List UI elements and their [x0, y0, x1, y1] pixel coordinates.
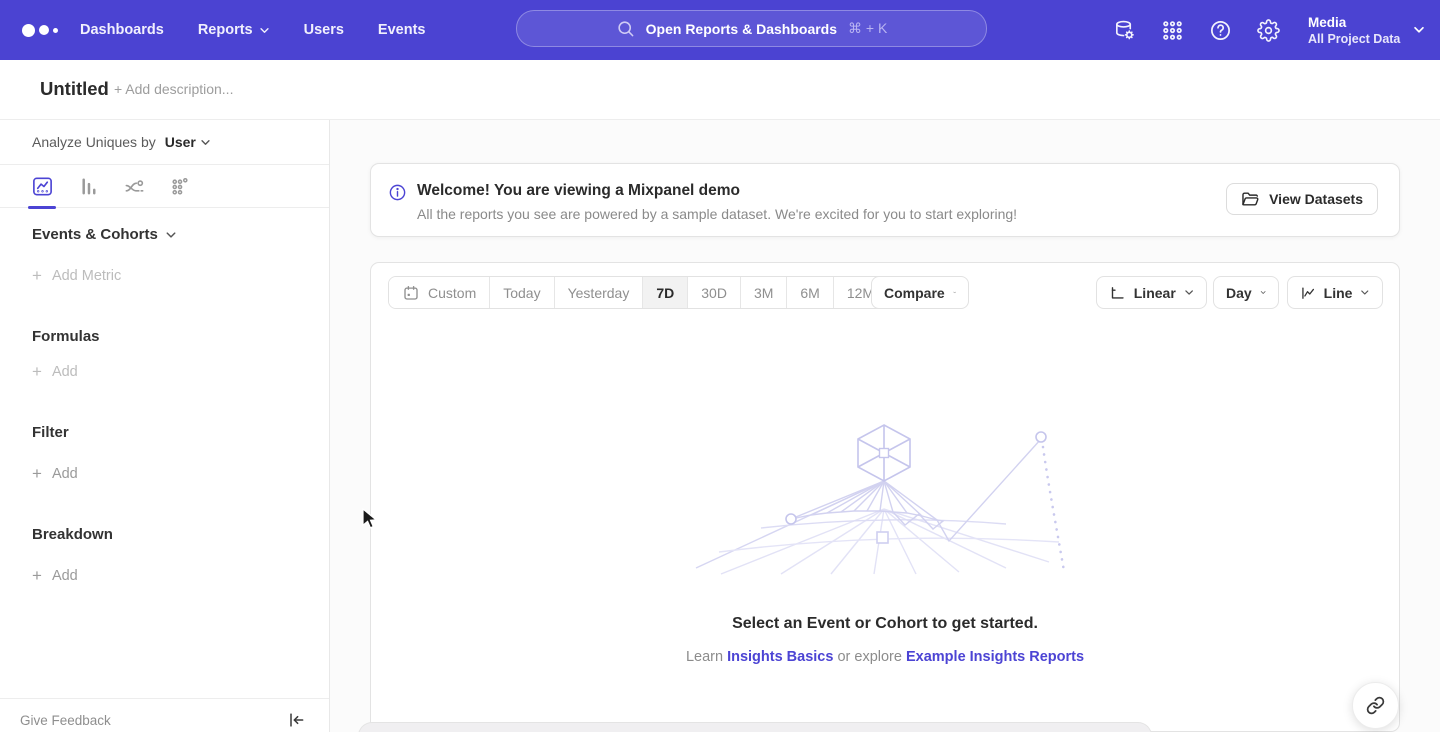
logo-dot-small	[53, 28, 58, 33]
collapse-sidebar-icon	[286, 710, 306, 730]
calendar-icon	[402, 284, 420, 302]
help-icon[interactable]	[1208, 18, 1232, 42]
gear-icon[interactable]	[1256, 18, 1280, 42]
floating-link-button[interactable]	[1352, 682, 1399, 729]
give-feedback-link[interactable]: Give Feedback	[20, 713, 111, 728]
empty-state-links: Learn Insights Basics or explore Example…	[371, 649, 1399, 665]
add-formula-button[interactable]: + Add	[32, 364, 78, 380]
scatter-chart-tab-icon	[169, 175, 192, 198]
banner-title: Welcome! You are viewing a Mixpanel demo	[417, 182, 740, 200]
insights-basics-link[interactable]: Insights Basics	[727, 649, 833, 665]
chevron-down-icon	[1412, 23, 1426, 37]
nav-events[interactable]: Events	[378, 22, 426, 38]
project-switcher[interactable]: Media All Project Data	[1308, 0, 1426, 60]
bar-chart-tab-icon	[77, 175, 100, 198]
link-icon	[1366, 696, 1385, 715]
folder-icon	[1241, 190, 1260, 209]
report-description-placeholder[interactable]: + Add description...	[114, 81, 233, 97]
line-chart-icon	[1300, 284, 1316, 302]
filter-section-label: Filter	[32, 424, 69, 441]
nav-users[interactable]: Users	[304, 22, 344, 38]
project-name: Media	[1308, 14, 1400, 31]
welcome-banner: Welcome! You are viewing a Mixpanel demo…	[370, 163, 1400, 237]
middle-text: or explore	[837, 649, 901, 665]
insights-report-card: Custom Today Yesterday 7D 30D 3M 6M 12M …	[370, 262, 1400, 732]
breakdown-section-label: Breakdown	[32, 526, 113, 543]
range-7d-selected[interactable]: 7D	[642, 277, 687, 308]
formulas-section-label: Formulas	[32, 328, 100, 345]
chevron-down-icon	[165, 229, 177, 241]
nav-reports[interactable]: Reports	[198, 22, 270, 38]
bottom-panel-edge[interactable]	[358, 722, 1152, 732]
line-chart-tab-icon	[31, 175, 54, 198]
date-range-control: Custom Today Yesterday 7D 30D 3M 6M 12M	[388, 276, 888, 309]
analyze-value-dropdown[interactable]: User	[165, 134, 211, 150]
range-today[interactable]: Today	[489, 277, 553, 308]
tab-bar-chart[interactable]	[76, 174, 100, 198]
project-scope: All Project Data	[1308, 31, 1400, 47]
logo-dot-large	[22, 24, 35, 37]
tab-flow-chart[interactable]	[122, 174, 146, 198]
chart-type-dropdown[interactable]: Line	[1287, 276, 1383, 309]
analyze-label: Analyze Uniques by	[32, 134, 156, 150]
plus-icon: +	[32, 269, 42, 283]
apps-grid-icon[interactable]	[1160, 18, 1184, 42]
collapse-sidebar-button[interactable]	[286, 710, 306, 730]
top-nav-actions	[1112, 0, 1280, 60]
report-header-bar: Untitled + Add description... Save	[0, 60, 1440, 120]
primary-nav: Dashboards Reports Users Events	[80, 0, 425, 60]
empty-state-title: Select an Event or Cohort to get started…	[371, 615, 1399, 633]
range-3m[interactable]: 3M	[740, 277, 786, 308]
logo-dot-medium	[39, 25, 49, 35]
banner-subtitle: All the reports you see are powered by a…	[417, 206, 1017, 222]
range-yesterday[interactable]: Yesterday	[554, 277, 643, 308]
search-placeholder: Open Reports & Dashboards	[646, 21, 837, 37]
chart-type-tabs	[0, 165, 329, 208]
plus-icon: +	[32, 467, 42, 481]
add-metric-button[interactable]: + Add Metric	[32, 268, 121, 284]
range-custom[interactable]: Custom	[389, 277, 489, 308]
chevron-down-icon	[200, 137, 211, 148]
mixpanel-logo[interactable]	[22, 0, 58, 60]
chevron-down-icon	[259, 25, 270, 36]
search-icon	[616, 19, 635, 38]
chevron-down-icon	[1360, 287, 1370, 298]
view-datasets-button[interactable]: View Datasets	[1226, 183, 1378, 215]
query-builder-sidebar: Analyze Uniques by User Events & Cohorts	[0, 120, 330, 732]
top-nav-bar: Dashboards Reports Users Events Open Rep…	[0, 0, 1440, 60]
range-30d[interactable]: 30D	[687, 277, 740, 308]
learn-prefix: Learn	[686, 649, 723, 665]
chevron-down-icon	[1184, 287, 1194, 298]
add-filter-button[interactable]: + Add	[32, 466, 78, 482]
plus-icon: +	[32, 365, 42, 379]
compare-dropdown[interactable]: Compare	[871, 276, 969, 309]
sidebar-footer-divider	[0, 698, 329, 699]
plus-icon: +	[32, 569, 42, 583]
scale-dropdown[interactable]: Linear	[1096, 276, 1207, 309]
example-insights-reports-link[interactable]: Example Insights Reports	[906, 649, 1084, 665]
chevron-down-icon	[953, 287, 956, 298]
global-search[interactable]: Open Reports & Dashboards ⌘ + K	[516, 10, 987, 47]
add-breakdown-button[interactable]: + Add	[32, 568, 78, 584]
mixpanel-insights-screen: Dashboards Reports Users Events Open Rep…	[0, 0, 1440, 732]
search-shortcut: ⌘ + K	[848, 20, 887, 37]
info-icon	[388, 183, 407, 202]
range-6m[interactable]: 6M	[786, 277, 832, 308]
granularity-dropdown[interactable]: Day	[1213, 276, 1279, 309]
analyze-uniques-row: Analyze Uniques by User	[0, 120, 329, 165]
report-title[interactable]: Untitled	[40, 78, 109, 100]
flow-chart-tab-icon	[123, 175, 146, 198]
nav-dashboards[interactable]: Dashboards	[80, 22, 164, 38]
events-cohorts-section[interactable]: Events & Cohorts	[32, 226, 177, 243]
tab-scatter-chart[interactable]	[168, 174, 192, 198]
data-management-icon[interactable]	[1112, 18, 1136, 42]
chevron-down-icon	[1260, 287, 1266, 298]
tab-line-chart[interactable]	[30, 174, 54, 198]
axis-scale-icon	[1109, 284, 1126, 302]
main-content: Welcome! You are viewing a Mixpanel demo…	[330, 120, 1440, 732]
empty-state-illustration	[691, 421, 1081, 576]
